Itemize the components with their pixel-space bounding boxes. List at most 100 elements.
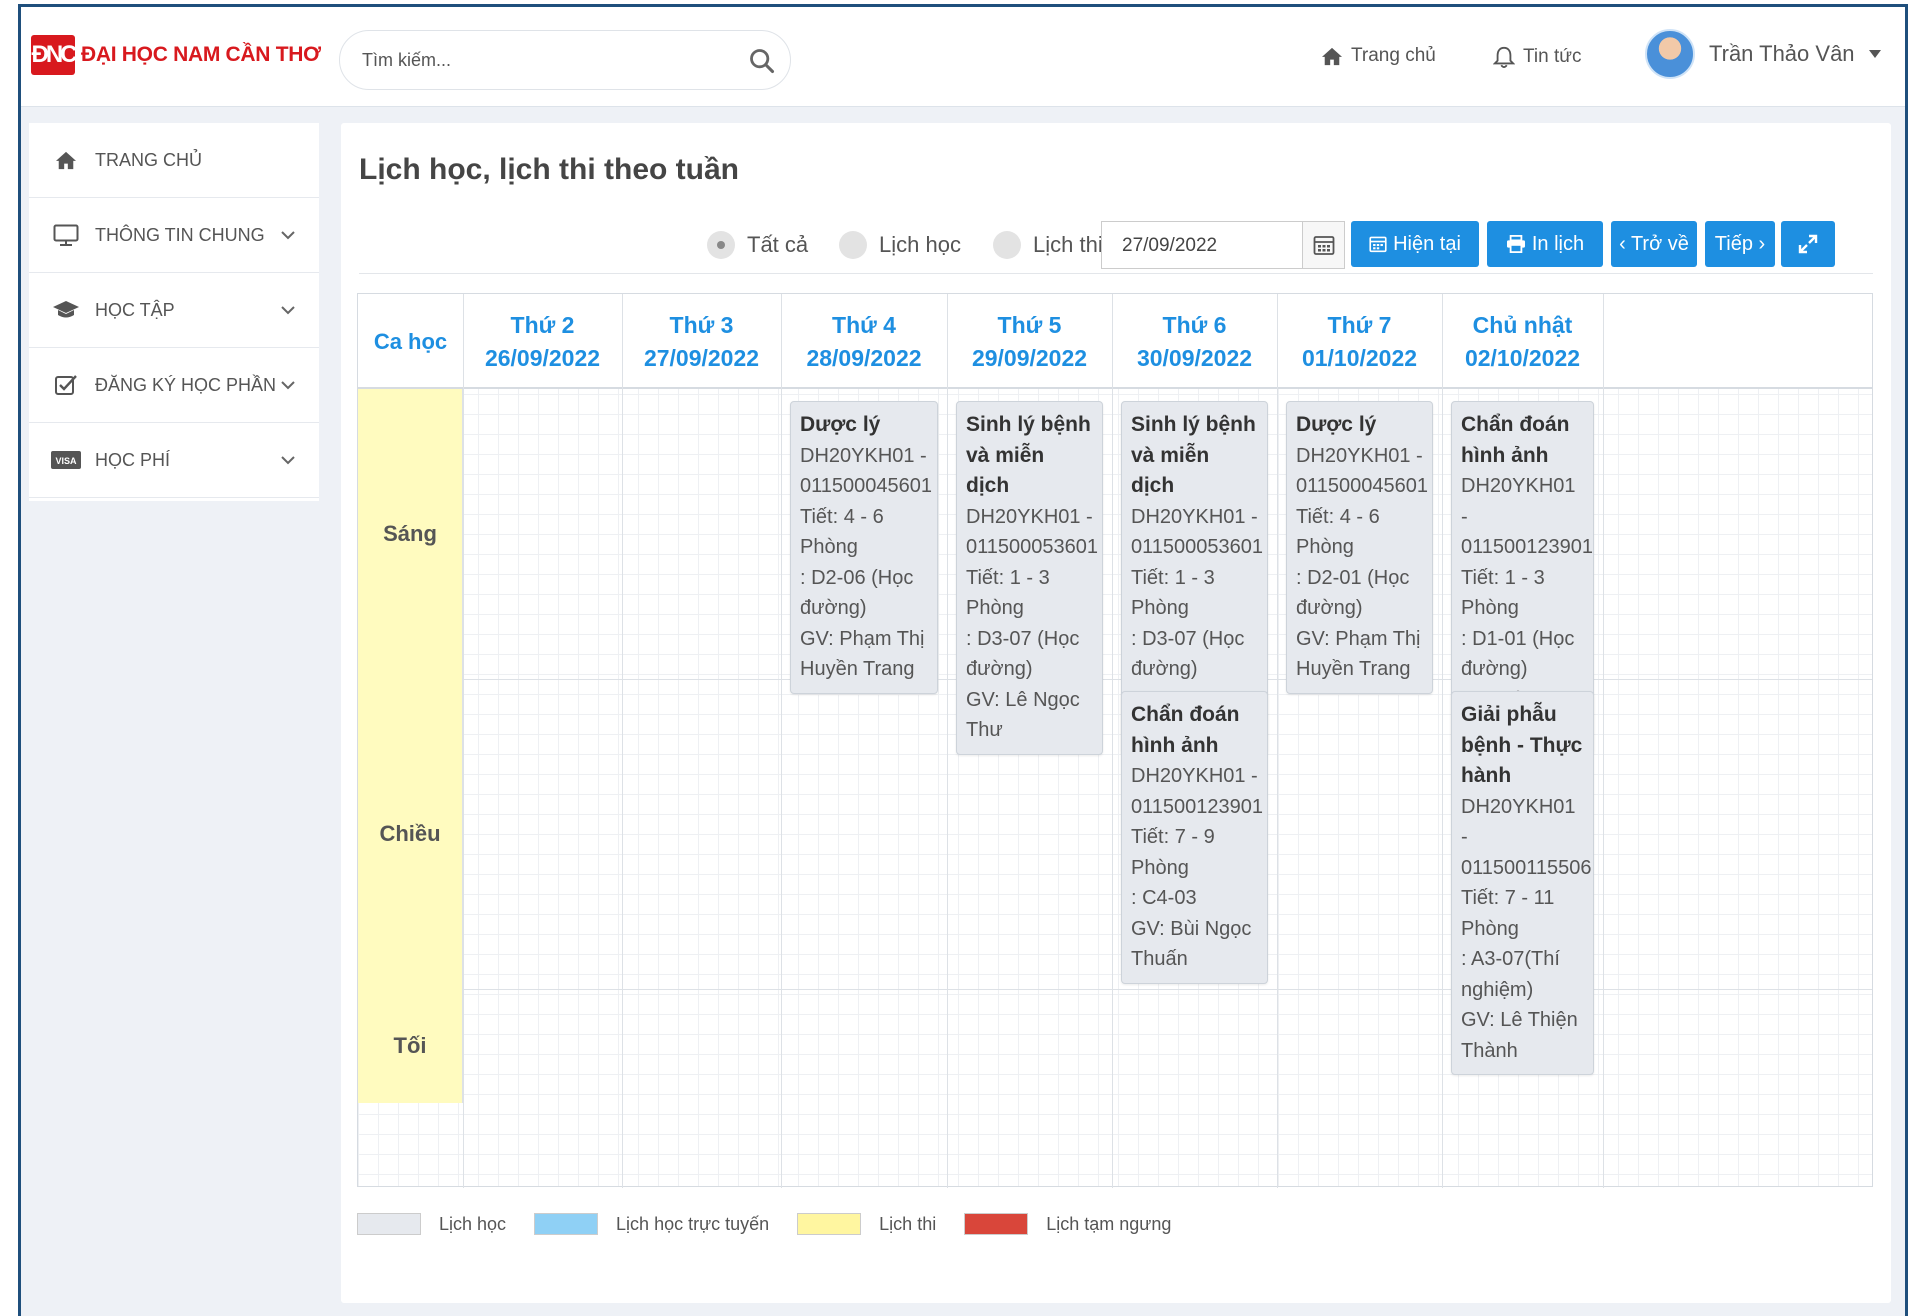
user-menu[interactable]: Trần Thảo Vân	[1645, 29, 1881, 79]
sidebar-item-tuition[interactable]: VISA HỌC PHÍ	[29, 423, 319, 498]
day-header: Thứ 2 26/09/2022	[463, 294, 622, 389]
visa-card-icon: VISA	[51, 448, 81, 472]
schedule-toolbar: Tất cả Lịch học Lịch thi Hiện tại	[341, 213, 1891, 273]
university-logo[interactable]: ĐNC ĐẠI HỌC NAM CẦN THƠ	[31, 35, 321, 75]
class-session-card[interactable]: Dược lý DH20YKH01 - 011500045601 Tiết: 4 …	[790, 401, 938, 694]
legend-label: Lịch tạm ngưng	[1046, 1213, 1172, 1234]
row-divider	[358, 679, 1872, 680]
search-input[interactable]	[362, 45, 742, 75]
fullscreen-button[interactable]	[1781, 221, 1835, 267]
date-input[interactable]	[1122, 232, 1292, 260]
class-session-card[interactable]: Sinh lý bệnh và miễn dịch DH20YKH01 - 011…	[956, 401, 1103, 755]
bell-icon	[1493, 46, 1515, 68]
legend-item: Lịch thi	[797, 1213, 936, 1235]
column-divider	[1603, 294, 1604, 1188]
logo-mark: ĐNC	[31, 35, 78, 75]
day-date: 30/09/2022	[1136, 344, 1253, 371]
course-name: Sinh lý bệnh và miễn dịch	[966, 413, 1091, 497]
sidebar: TRANG CHỦ THÔNG TIN CHUNG HỌC TẬP ĐĂNG K…	[29, 123, 319, 501]
sidebar-item-study[interactable]: HỌC TẬP	[29, 273, 319, 348]
user-name: Trần Thảo Vân	[1709, 41, 1855, 66]
row-divider	[358, 989, 1872, 990]
course-details: DH20YKH01 - 011500123901 Tiết: 7 - 9 Phò…	[1131, 765, 1263, 970]
column-divider	[622, 294, 623, 1188]
svg-text:VISA: VISA	[55, 456, 77, 466]
legend-swatch	[357, 1213, 421, 1235]
sidebar-item-label: HỌC PHÍ	[95, 449, 171, 470]
sidebar-item-home[interactable]: TRANG CHỦ	[29, 123, 319, 198]
course-name: Chẩn đoán hình ảnh	[1461, 413, 1570, 467]
period-label: Chiều	[358, 679, 463, 989]
day-name: Thứ 4	[832, 311, 896, 338]
column-divider	[1442, 294, 1443, 1188]
day-header: Thứ 4 28/09/2022	[781, 294, 947, 389]
home-icon	[51, 148, 81, 172]
nav-news-label: Tin tức	[1523, 46, 1582, 67]
column-divider	[1277, 294, 1278, 1188]
day-date: 29/09/2022	[971, 344, 1088, 371]
print-schedule-label: In lịch	[1531, 232, 1585, 255]
filter-label: Lịch thi	[1033, 232, 1103, 257]
column-divider	[781, 294, 782, 1188]
day-header: Thứ 5 29/09/2022	[947, 294, 1112, 389]
course-name: Giải phẫu bệnh - Thực hành	[1461, 703, 1583, 787]
day-date: 26/09/2022	[484, 344, 601, 371]
legend-item: Lịch tạm ngưng	[964, 1213, 1171, 1235]
check-square-icon	[51, 373, 81, 397]
day-header: Thứ 6 30/09/2022	[1112, 294, 1277, 389]
day-name: Chủ nhật	[1472, 311, 1573, 338]
filter-exam-radio[interactable]: Lịch thi	[993, 231, 1103, 259]
chevron-down-icon	[281, 456, 295, 465]
monitor-icon	[51, 223, 81, 247]
avatar	[1645, 29, 1695, 79]
course-name: Chẩn đoán hình ảnh	[1131, 703, 1240, 757]
radio-dot-selected	[707, 231, 735, 259]
class-session-card[interactable]: Dược lý DH20YKH01 - 011500045601 Tiết: 4 …	[1286, 401, 1433, 694]
nav-news-link[interactable]: Tin tức	[1493, 45, 1581, 69]
day-name: Thứ 2	[510, 311, 575, 338]
radio-dot	[993, 231, 1021, 259]
day-name: Thứ 5	[997, 311, 1062, 338]
chevron-down-icon	[281, 381, 295, 390]
day-header: Thứ 3 27/09/2022	[622, 294, 781, 389]
search-icon[interactable]	[748, 47, 776, 75]
course-details: DH20YKH01 - 011500045601 Tiết: 4 - 6 Phò…	[800, 444, 932, 681]
day-name: Thứ 7	[1327, 311, 1392, 338]
current-week-button[interactable]: Hiện tại	[1351, 221, 1479, 267]
legend-swatch	[797, 1213, 862, 1235]
calendar-button[interactable]	[1302, 222, 1344, 268]
legend-swatch	[964, 1213, 1029, 1235]
sidebar-item-label: ĐĂNG KÝ HỌC PHẦN	[95, 374, 277, 395]
legend-item: Lịch học trực tuyến	[534, 1213, 769, 1235]
expand-icon	[1798, 234, 1818, 254]
column-divider	[1112, 294, 1113, 1188]
weekly-schedule-grid: Ca học Thứ 2 26/09/2022 Thứ 3 27/09/2022 Thứ…	[357, 293, 1873, 1188]
class-session-card[interactable]: Chẩn đoán hình ảnh DH20YKH01 - 0115001239…	[1121, 691, 1268, 984]
next-week-button[interactable]: Tiếp ›	[1705, 221, 1775, 267]
legend-swatch	[534, 1213, 599, 1235]
sidebar-item-label: THÔNG TIN CHUNG	[95, 224, 265, 245]
day-date: 27/09/2022	[643, 344, 760, 371]
top-header: ĐNC ĐẠI HỌC NAM CẦN THƠ Trang chủ Tin tứ…	[21, 7, 1905, 107]
page-title: Lịch học, lịch thi theo tuần	[359, 153, 739, 186]
course-name: Sinh lý bệnh và miễn dịch	[1131, 413, 1256, 497]
filter-study-radio[interactable]: Lịch học	[839, 231, 961, 259]
filter-label: Tất cả	[747, 232, 809, 257]
legend-label: Lịch học	[439, 1213, 507, 1234]
filter-all-radio[interactable]: Tất cả	[707, 231, 808, 259]
sidebar-item-course-registration[interactable]: ĐĂNG KÝ HỌC PHẦN	[29, 348, 319, 423]
home-icon	[1322, 47, 1342, 66]
printer-icon	[1506, 235, 1525, 253]
class-session-card[interactable]: Giải phẫu bệnh - Thực hành DH20YKH01 - 01…	[1451, 691, 1594, 1075]
filter-label: Lịch học	[879, 232, 961, 257]
day-name: Thứ 3	[669, 311, 734, 338]
date-picker	[1101, 221, 1345, 269]
sidebar-item-general-info[interactable]: THÔNG TIN CHUNG	[29, 198, 319, 273]
calendar-icon	[1313, 236, 1334, 255]
print-schedule-button[interactable]: In lịch	[1487, 221, 1603, 267]
course-name: Dược lý	[1296, 413, 1377, 436]
nav-home-link[interactable]: Trang chủ	[1321, 45, 1436, 67]
previous-week-button[interactable]: ‹ Trở về	[1611, 221, 1697, 267]
radio-dot	[839, 231, 867, 259]
next-week-label: Tiếp ›	[1714, 232, 1766, 255]
